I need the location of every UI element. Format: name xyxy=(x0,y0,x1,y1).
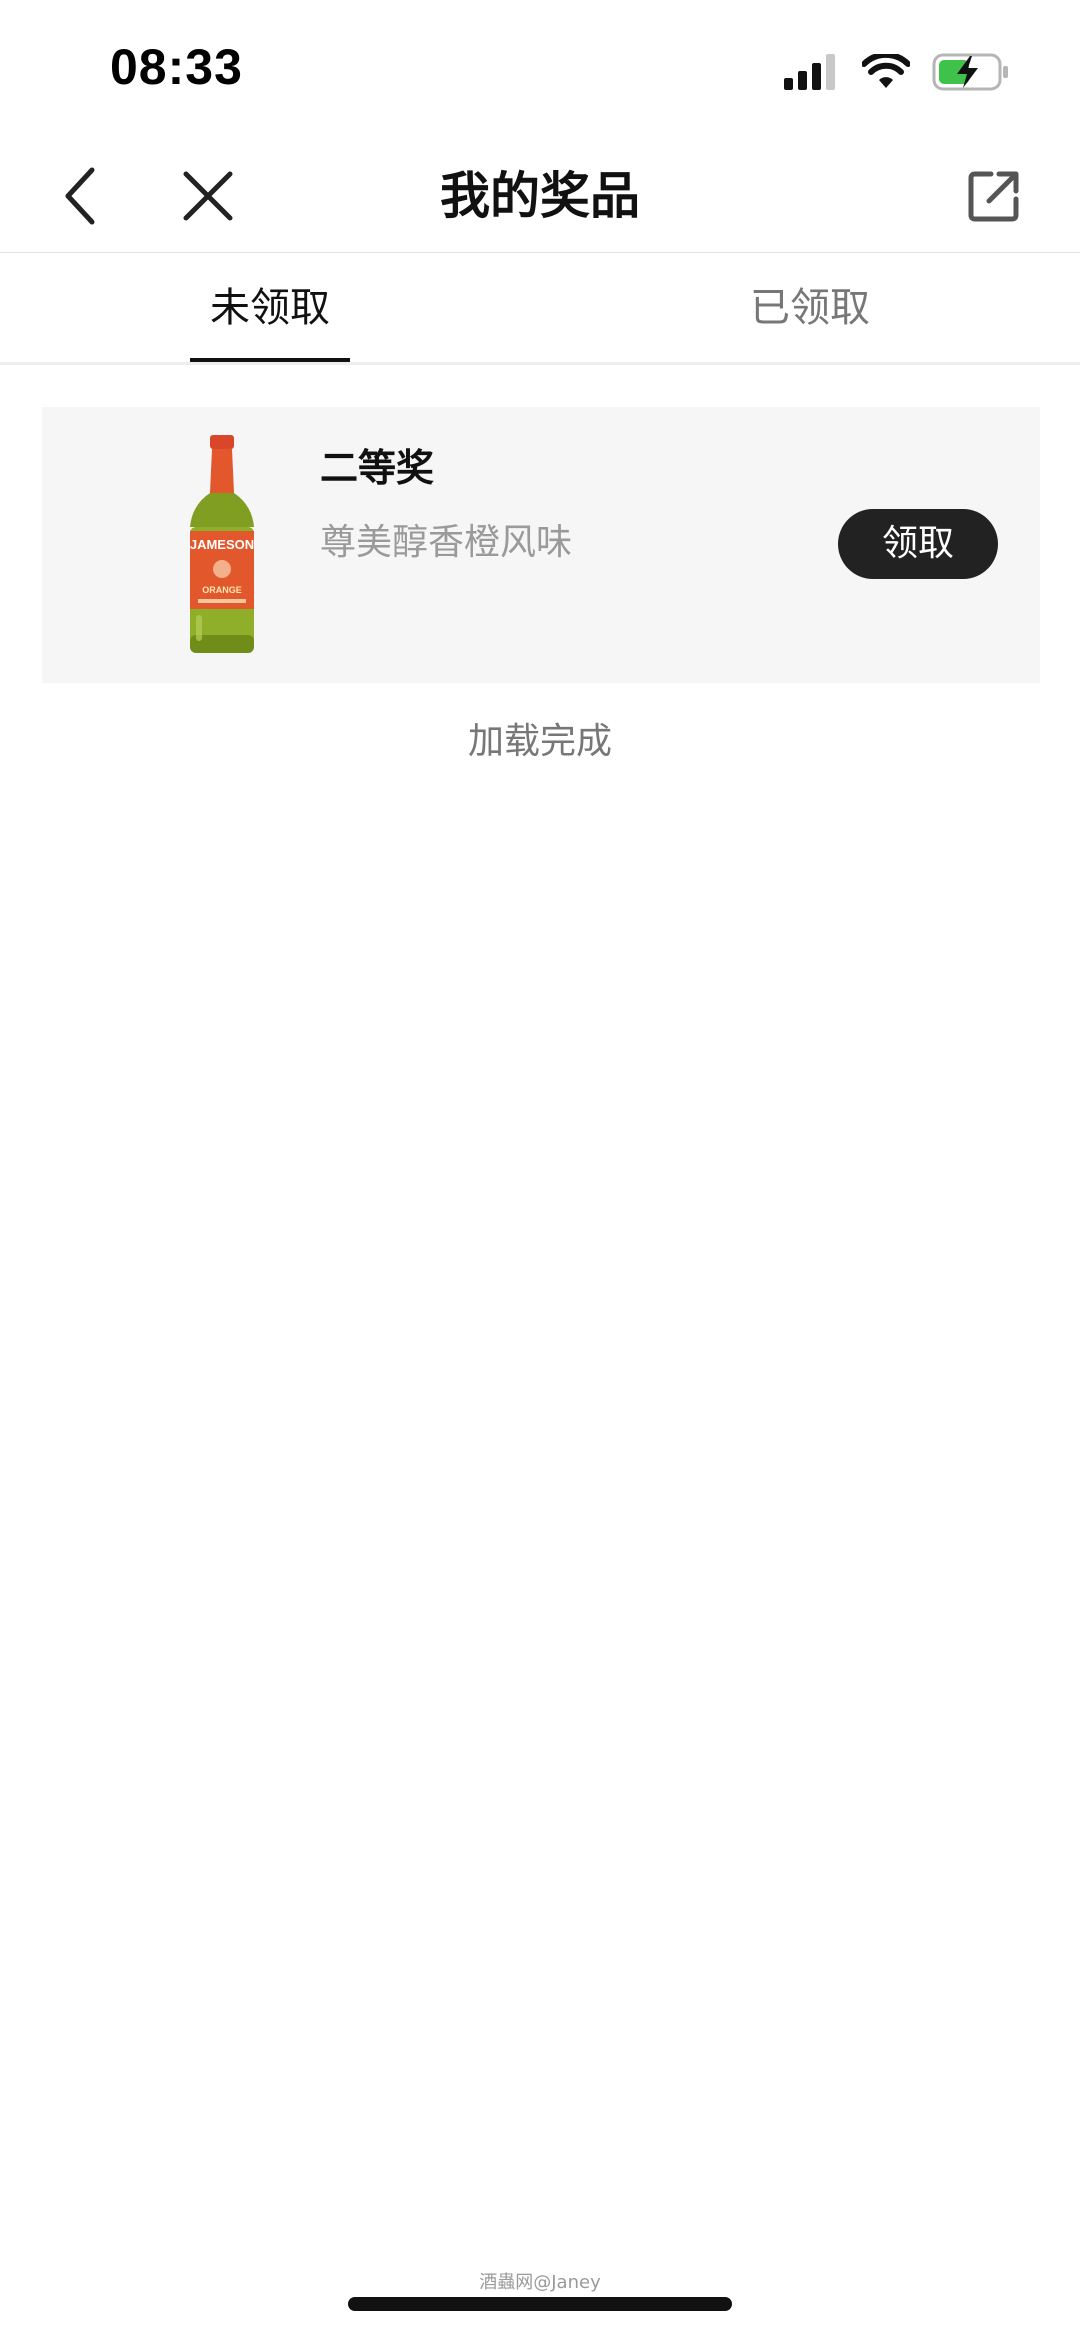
prize-level: 二等奖 xyxy=(320,446,435,490)
prize-card[interactable]: JAMESON ORANGE 二等奖 尊美醇香橙风味 领取 xyxy=(42,407,1040,683)
liquor-bottle-image: JAMESON ORANGE xyxy=(152,435,292,657)
watermark: 酒蟲网@Janey xyxy=(479,2272,601,2293)
home-indicator xyxy=(348,2297,732,2311)
chevron-left-icon xyxy=(65,167,95,225)
share-icon xyxy=(968,171,1019,222)
tab-bar: 未领取 已领取 xyxy=(0,254,1080,365)
bottle-sublabel-text: ORANGE xyxy=(202,585,242,595)
status-time: 08:33 xyxy=(110,39,243,95)
back-button[interactable] xyxy=(44,160,116,232)
tab-unclaimed[interactable]: 未领取 xyxy=(190,254,350,362)
close-button[interactable] xyxy=(172,160,244,232)
nav-bar: 我的奖品 xyxy=(0,140,1080,253)
signal-icon xyxy=(784,54,840,90)
claim-button[interactable]: 领取 xyxy=(838,509,998,579)
wifi-icon xyxy=(862,54,910,90)
page-title: 我的奖品 xyxy=(440,167,640,225)
share-button[interactable] xyxy=(958,160,1030,232)
bottle-label-text: JAMESON xyxy=(190,537,254,552)
close-icon xyxy=(183,171,233,221)
status-icons xyxy=(784,48,1010,96)
tab-claimed[interactable]: 已领取 xyxy=(730,254,890,362)
prize-name: 尊美醇香橙风味 xyxy=(320,522,573,563)
battery-charging-icon xyxy=(932,52,1010,92)
active-tab-indicator xyxy=(190,358,350,362)
status-bar: 08:33 xyxy=(0,0,1080,140)
list-status: 加载完成 xyxy=(467,721,612,762)
